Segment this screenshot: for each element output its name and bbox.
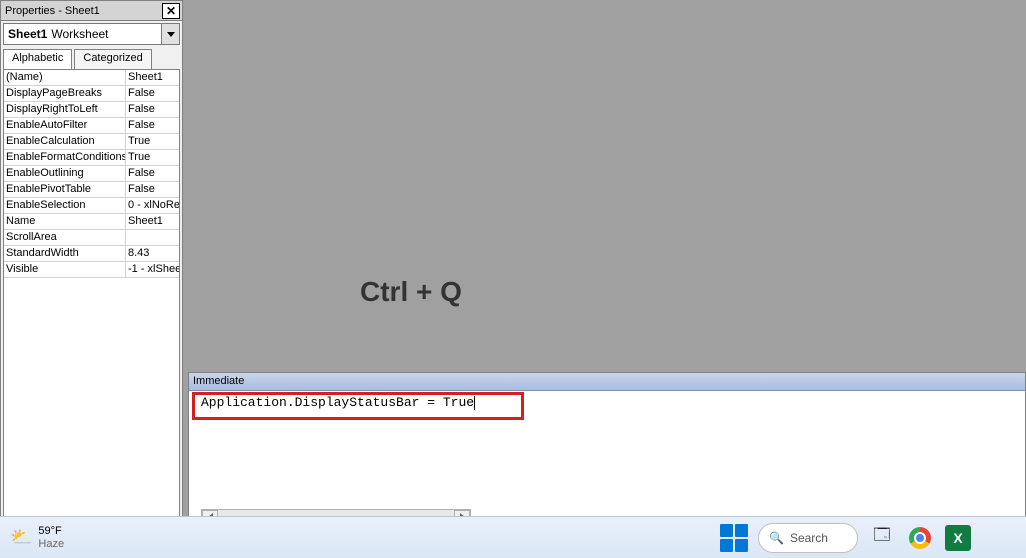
property-value[interactable]: False [126,182,179,197]
property-row: DisplayRightToLeftFalse [4,102,179,118]
property-key: EnableFormatConditionsCalculation [4,150,126,165]
task-view-icon: 🗔 [873,524,890,551]
property-key: StandardWidth [4,246,126,261]
property-key: EnableOutlining [4,166,126,181]
weather-icon: ⛅ [10,527,32,548]
taskbar-search[interactable]: 🔍 Search [758,523,858,553]
weather-condition: Haze [38,538,64,550]
property-value[interactable]: False [126,118,179,133]
property-row: EnableCalculationTrue [4,134,179,150]
property-value[interactable] [126,230,179,245]
properties-title-text: Properties - Sheet1 [3,5,162,17]
property-key: EnableCalculation [4,134,126,149]
property-key: ScrollArea [4,230,126,245]
properties-grid[interactable]: (Name)Sheet1 DisplayPageBreaksFalse Disp… [3,69,180,522]
property-key: EnableSelection [4,198,126,213]
excel-button[interactable]: X [944,524,972,552]
excel-icon: X [945,525,971,551]
chrome-icon [909,527,931,549]
immediate-code-text: Application.DisplayStatusBar = True [201,395,474,410]
property-value[interactable]: 0 - xlNoRestrictions [126,198,179,213]
property-row: EnableOutliningFalse [4,166,179,182]
property-row: StandardWidth8.43 [4,246,179,262]
immediate-input[interactable]: Application.DisplayStatusBar = True [189,391,1025,527]
weather-temp: 59°F [38,525,64,537]
property-row: ScrollArea [4,230,179,246]
property-row: EnablePivotTableFalse [4,182,179,198]
property-row: Visible-1 - xlSheetVisible [4,262,179,278]
property-value[interactable]: True [126,134,179,149]
close-button[interactable]: ✕ [162,3,180,19]
property-value[interactable]: Sheet1 [126,70,179,85]
property-row: DisplayPageBreaksFalse [4,86,179,102]
start-button[interactable] [720,524,748,552]
properties-object-name: Sheet1 [8,27,47,41]
tab-categorized[interactable]: Categorized [74,49,151,69]
property-row: EnableAutoFilterFalse [4,118,179,134]
property-key: EnablePivotTable [4,182,126,197]
property-key: (Name) [4,70,126,85]
property-row: EnableFormatConditionsCalculationTrue [4,150,179,166]
code-area-background [188,0,1026,370]
properties-tabs: Alphabetic Categorized [1,47,182,69]
property-value[interactable]: True [126,150,179,165]
property-key: Name [4,214,126,229]
property-value[interactable]: -1 - xlSheetVisible [126,262,179,277]
hotkey-overlay: Ctrl + Q [360,276,462,308]
properties-titlebar: Properties - Sheet1 ✕ [1,1,182,21]
close-icon: ✕ [166,5,176,17]
properties-object-select[interactable]: Sheet1 Worksheet [3,23,180,45]
search-placeholder: Search [790,531,828,545]
property-row: NameSheet1 [4,214,179,230]
chevron-down-icon [167,32,175,37]
property-value[interactable]: Sheet1 [126,214,179,229]
immediate-window: Immediate Application.DisplayStatusBar =… [188,372,1026,528]
property-value[interactable]: False [126,166,179,181]
search-icon: 🔍 [769,531,784,545]
task-view-button[interactable]: 🗔 [868,524,896,552]
tab-alphabetic[interactable]: Alphabetic [3,49,72,69]
immediate-title: Immediate [189,373,1025,391]
property-key: EnableAutoFilter [4,118,126,133]
chrome-button[interactable] [906,524,934,552]
weather-widget[interactable]: ⛅ 59°F Haze [10,525,64,549]
property-value[interactable]: False [126,86,179,101]
property-key: DisplayPageBreaks [4,86,126,101]
properties-panel: Properties - Sheet1 ✕ Sheet1 Worksheet A… [0,0,183,525]
property-key: DisplayRightToLeft [4,102,126,117]
text-cursor [474,396,475,410]
property-row: EnableSelection0 - xlNoRestrictions [4,198,179,214]
property-row: (Name)Sheet1 [4,70,179,86]
properties-object-type: Worksheet [51,27,108,41]
property-value[interactable]: False [126,102,179,117]
taskbar: ⛅ 59°F Haze 🔍 Search 🗔 X [0,516,1026,558]
property-value[interactable]: 8.43 [126,246,179,261]
dropdown-button[interactable] [161,24,179,44]
property-key: Visible [4,262,126,277]
